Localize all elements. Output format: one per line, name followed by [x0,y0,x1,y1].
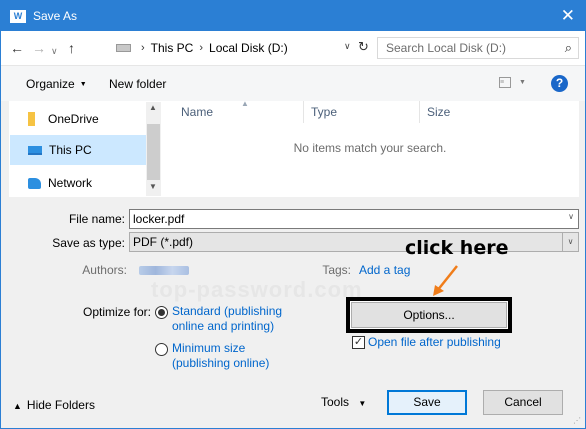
optimize-standard-radio[interactable] [155,306,168,319]
click-here-callout: click here [405,237,509,259]
sidebar-item-label: Network [48,176,93,190]
optimize-minimum-line1: Minimum size [172,341,246,355]
title-bar: W Save As ✕ [1,1,585,31]
hide-folders-button[interactable]: ▲ Hide Folders [13,398,95,412]
refresh-icon[interactable]: ↻ [358,39,369,55]
sidebar-item-label: OneDrive [48,112,99,126]
chevron-down-icon[interactable]: ▼ [519,79,526,86]
tools-button[interactable]: Tools ▼ [321,395,371,409]
optimize-minimum-line2: (publishing online) [172,356,270,370]
folder-icon [28,112,35,126]
scroll-down-icon[interactable]: ▼ [149,182,157,191]
open-after-publishing-label[interactable]: Open file after publishing [368,335,501,349]
organize-button[interactable]: Organize ▼ [26,77,87,91]
recent-locations-chevron-icon[interactable]: ∨ [51,44,58,58]
forward-arrow-icon[interactable]: → [32,41,46,55]
nav-scrollbar[interactable]: ▲ ▼ [146,102,161,196]
hide-folders-label: Hide Folders [26,398,95,412]
watermark: top-password.com [151,277,363,302]
breadcrumb-separator-icon[interactable]: › [141,42,145,54]
new-folder-button[interactable]: New folder [109,77,166,91]
network-icon [28,177,41,189]
column-divider[interactable] [419,101,420,123]
address-dropdown-icon[interactable]: ∨ [344,41,351,52]
file-name-field[interactable]: locker.pdf ∨ [129,209,579,229]
breadcrumb-local-disk[interactable]: Local Disk (D:) [209,41,288,55]
column-header-size[interactable]: Size [427,105,450,119]
empty-message: No items match your search. [293,141,447,155]
options-button[interactable]: Options... [351,302,507,328]
file-name-value: locker.pdf [133,212,185,226]
add-tag-link[interactable]: Add a tag [359,263,410,277]
close-icon[interactable]: ✕ [561,6,575,26]
column-header-type[interactable]: Type [311,105,337,119]
save-as-type-label: Save as type: [52,236,125,250]
authors-label: Authors: [82,263,127,277]
optimize-minimum-radio[interactable] [155,343,168,356]
tools-label: Tools [321,395,350,409]
chevron-down-icon: ▼ [79,81,87,89]
chevron-down-icon: ▼ [358,399,367,408]
search-placeholder: Search Local Disk (D:) [386,41,507,55]
column-divider[interactable] [303,101,304,123]
callout-arrow-icon [433,265,458,296]
optimize-minimum-label[interactable]: Minimum size (publishing online) [172,341,269,371]
address-bar[interactable]: › This PC › Local Disk (D:) ∨ ↻ [89,37,370,59]
view-options-icon[interactable]: ≡ [499,77,511,88]
file-name-label-text: File name: [68,212,125,226]
cancel-button[interactable]: Cancel [483,390,563,415]
help-icon[interactable]: ? [551,75,568,92]
sidebar-item-this-pc[interactable]: This PC [10,135,146,165]
chevron-up-icon: ▲ [13,401,22,411]
search-icon[interactable]: ⌕ [565,40,572,56]
sort-caret-icon: ▲ [241,99,249,108]
scrollbar-thumb[interactable] [147,124,160,180]
back-arrow-icon[interactable]: ← [10,41,24,55]
optimize-label: Optimize for: [82,305,151,319]
drive-icon [116,44,131,52]
column-header-name[interactable]: Name [181,105,213,119]
save-as-dialog: W Save As ✕ ← → ∨ ↑ › This PC › Local Di… [0,0,586,429]
authors-value-redacted[interactable] [139,266,189,275]
resize-grip-icon[interactable]: ⋰ [573,416,581,425]
file-list: ▲ Name Type Size No items match your sea… [161,99,579,197]
address-row: ← → ∨ ↑ › This PC › Local Disk (D:) ∨ ↻ … [1,31,585,65]
navigation-pane: OneDrive This PC Network ▲ ▼ [9,101,161,197]
command-bar: Organize ▼ New folder ≡ ▼ ? [1,65,585,101]
optimize-standard-line1: Standard (publishing [172,304,283,318]
scroll-up-icon[interactable]: ▲ [149,103,157,112]
up-arrow-icon[interactable]: ↑ [68,41,75,55]
word-icon: W [10,10,26,23]
breadcrumb-separator-icon[interactable]: › [199,42,203,54]
chevron-down-icon[interactable]: ∨ [562,232,579,252]
optimize-standard-line2: online and printing) [172,319,275,333]
save-as-type-value: PDF (*.pdf) [133,235,194,249]
chevron-down-icon[interactable]: ∨ [568,212,574,221]
file-name-label: File name: [41,212,125,226]
window-title: Save As [33,9,78,23]
breadcrumb-this-pc[interactable]: This PC [151,41,194,55]
organize-label: Organize [26,77,75,91]
tags-label: Tags: [322,263,351,277]
computer-icon [28,145,42,155]
sidebar-item-network[interactable]: Network [10,168,146,198]
open-after-publishing-checkbox[interactable]: ✓ [352,336,365,349]
optimize-standard-label[interactable]: Standard (publishing online and printing… [172,304,282,334]
sidebar-item-label: This PC [49,143,92,157]
search-input[interactable]: Search Local Disk (D:) ⌕ [377,37,579,59]
sidebar-item-onedrive[interactable]: OneDrive [10,104,146,134]
save-as-type-select[interactable]: PDF (*.pdf) ∨ [129,232,579,252]
save-button[interactable]: Save [387,390,467,415]
